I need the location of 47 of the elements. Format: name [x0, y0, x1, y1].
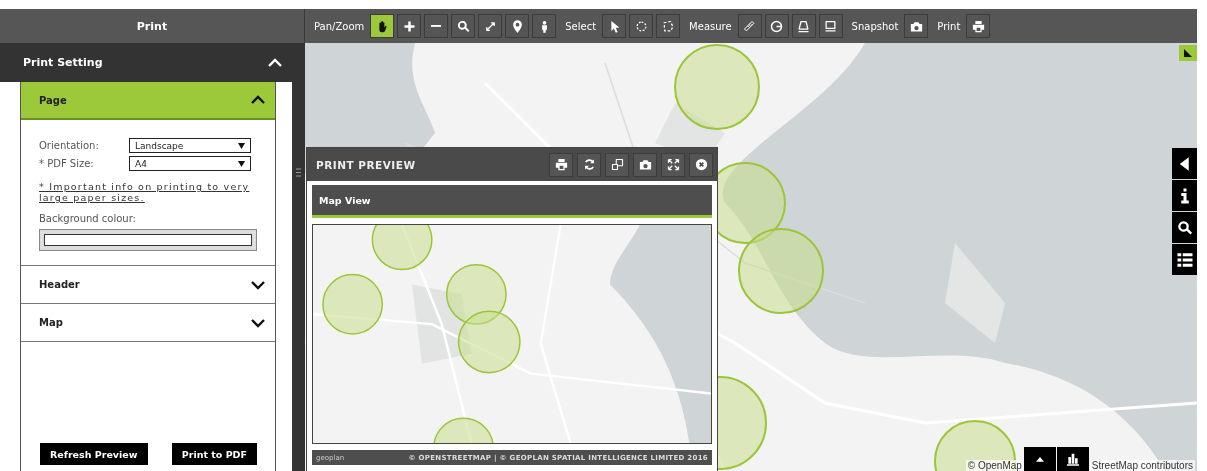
tool-group-label: Print [937, 20, 961, 32]
camera-button[interactable] [904, 14, 929, 38]
pointer-button[interactable] [602, 14, 627, 38]
dropdown-arrow-icon [238, 142, 245, 149]
dropdown[interactable]: Landscape [129, 138, 251, 153]
accordion-header[interactable]: Page [21, 82, 275, 120]
tool-group-label: Pan/Zoom [314, 20, 365, 32]
tool-group-label: Snapshot [851, 20, 899, 32]
screen-icon [823, 18, 839, 34]
chevron-down-icon [251, 317, 265, 328]
section-header[interactable]: Print Setting [0, 43, 292, 82]
accordion-header[interactable]: Header [21, 266, 275, 304]
person-button[interactable] [532, 14, 557, 38]
circle-radius-button[interactable] [764, 14, 789, 38]
pin-button[interactable] [505, 14, 530, 38]
dropdown-arrow-icon [238, 160, 245, 167]
refresh-preview-button[interactable]: Refresh Preview [40, 443, 148, 465]
info-link[interactable]: * Important info on printing to very large paper sizes. [39, 181, 257, 203]
chevron-up-icon [251, 95, 265, 105]
dashed-polygon-button[interactable] [656, 14, 681, 38]
area-icon [796, 18, 812, 34]
printer-button[interactable] [966, 14, 991, 38]
minus-icon [431, 25, 442, 27]
tool-group-label: Measure [689, 20, 732, 32]
colour-field[interactable] [39, 229, 257, 251]
chevron-down-icon [251, 279, 265, 290]
accordion-header[interactable]: Map [21, 304, 275, 342]
search-icon [455, 18, 471, 34]
field-label: Background colour: [39, 213, 137, 224]
screen-button[interactable] [818, 14, 843, 38]
dropdown[interactable]: A4 [129, 156, 251, 171]
print-pdf-button[interactable]: Print to PDF [171, 443, 257, 465]
plus-button[interactable] [397, 14, 422, 38]
dashed-circle-button[interactable] [629, 14, 654, 38]
chevron-up-icon [268, 57, 282, 68]
circle-radius-icon [769, 18, 785, 34]
field-label: * PDF Size: [39, 158, 95, 169]
hand-button[interactable] [370, 14, 395, 38]
search-button[interactable] [451, 14, 476, 38]
printer-icon [970, 18, 986, 34]
area-button[interactable] [791, 14, 816, 38]
grip-icon [296, 167, 301, 177]
ruler-button[interactable] [737, 14, 762, 38]
tool-group-label: Select [565, 20, 597, 32]
expand-button[interactable] [478, 14, 503, 38]
field-label: Orientation: [39, 140, 100, 151]
minus-button[interactable] [424, 14, 449, 38]
